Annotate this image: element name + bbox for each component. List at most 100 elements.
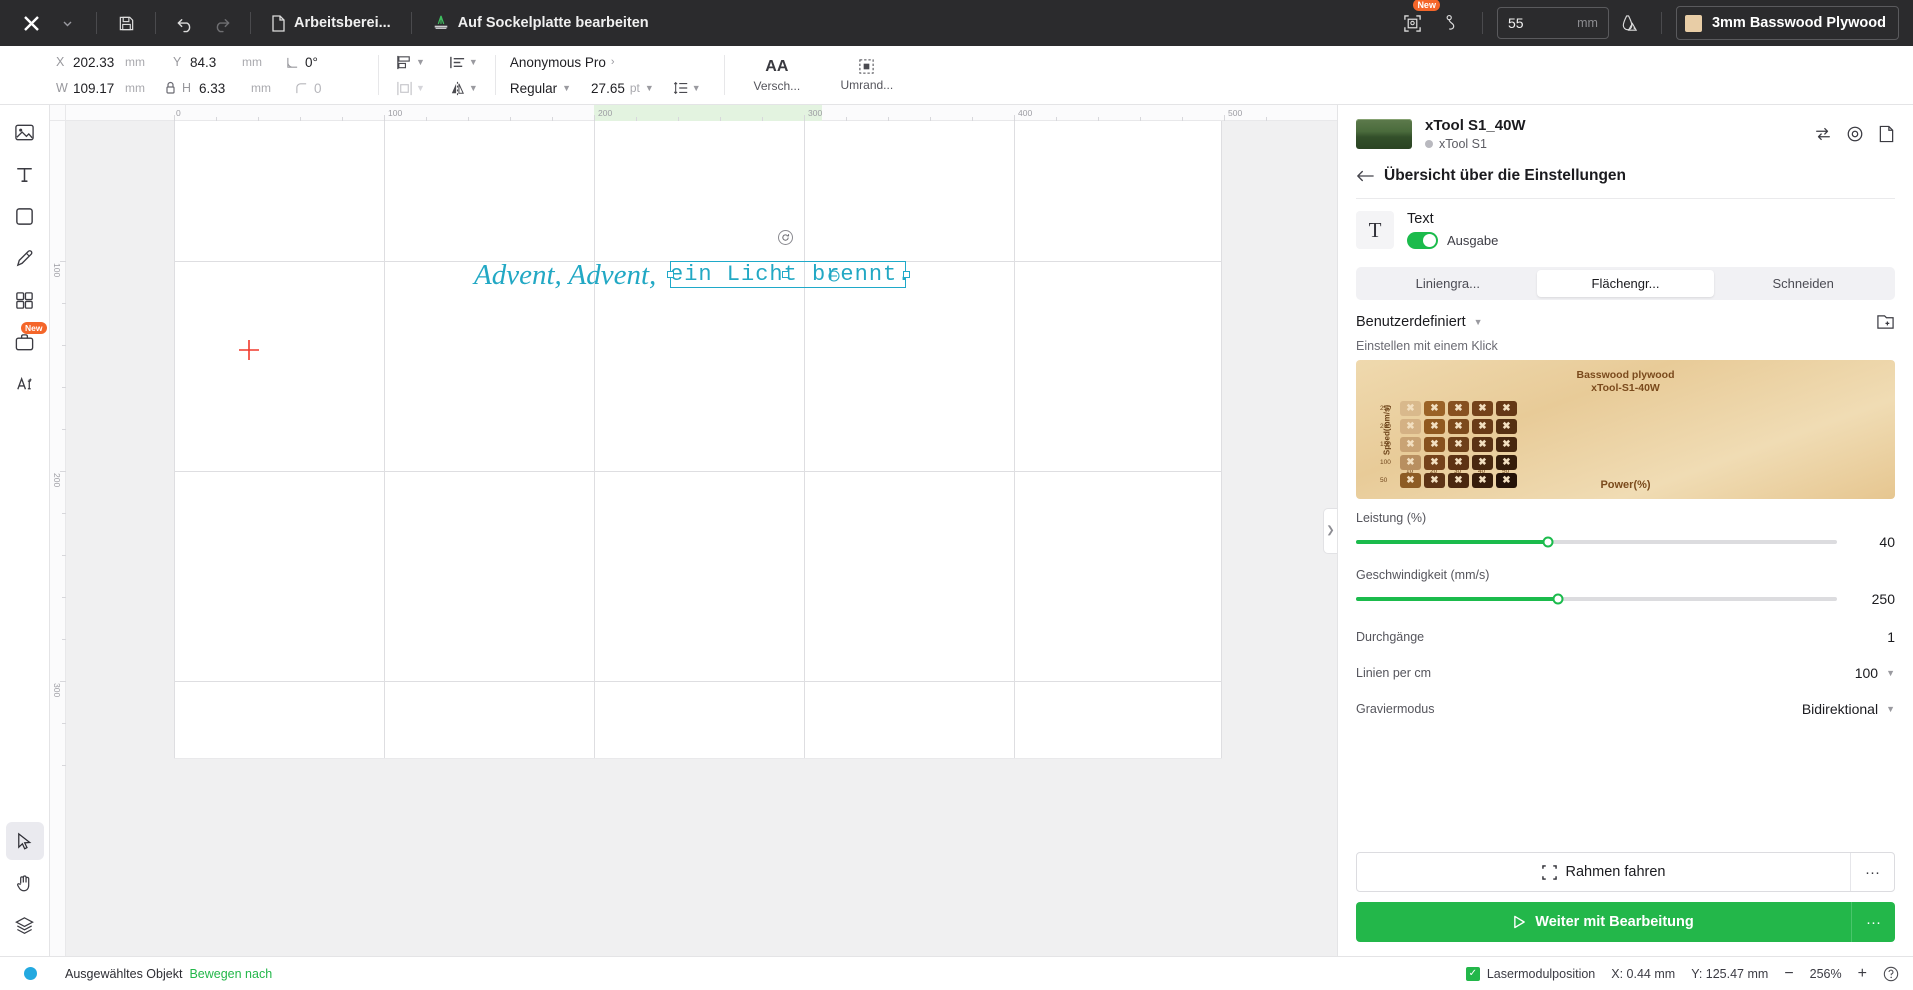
outline-button[interactable]: Umrand... [829, 49, 905, 101]
panel-collapse-toggle[interactable]: ❯ [1323, 508, 1337, 554]
line-height-button[interactable]: ▼ [670, 76, 704, 100]
app-menu-chevron-icon[interactable] [50, 6, 84, 40]
pan-tool-icon[interactable] [6, 864, 44, 902]
preset-mode-selector[interactable]: Benutzerdefiniert ▼ [1356, 314, 1483, 330]
device-actions [1814, 125, 1895, 143]
select-tool-icon[interactable] [6, 822, 44, 860]
frame-run-main[interactable]: Rahmen fahren [1357, 853, 1850, 891]
grid-cell: ✖ [1400, 455, 1421, 470]
preview-title-line2: xTool-S1-40W [1591, 382, 1660, 394]
width-field[interactable]: W 109.17 mm [56, 81, 155, 96]
canvas-surface[interactable]: Advent, Advent, ein Licht brennt. [66, 121, 1337, 956]
y-field[interactable]: Y 84.3 mm [173, 55, 272, 70]
output-toggle-row[interactable]: Ausgabe [1407, 232, 1498, 249]
angle-field[interactable]: 0° [286, 55, 351, 70]
measure-icon[interactable] [1434, 6, 1468, 40]
grid-cell: ✖ [1448, 473, 1469, 488]
power-slider-track[interactable] [1356, 540, 1837, 544]
ruler-tick-label: 300 [52, 683, 62, 697]
x-field[interactable]: X 202.33 mm [56, 55, 155, 70]
grid-cell: ✖ [1448, 401, 1469, 416]
switch-device-icon[interactable] [1814, 125, 1832, 143]
power-slider-row[interactable]: 40 [1356, 534, 1895, 550]
thickness-input[interactable]: 55 mm [1497, 7, 1609, 39]
speed-slider-row[interactable]: 250 [1356, 591, 1895, 607]
process-more[interactable]: ··· [1851, 902, 1895, 942]
redo-icon[interactable] [204, 6, 238, 40]
save-icon[interactable] [109, 6, 143, 40]
rotate-handle[interactable] [778, 230, 793, 245]
settings-overview-header[interactable]: Übersicht über die Einstellungen [1338, 161, 1913, 198]
tab-cut[interactable]: Schneiden [1714, 270, 1892, 297]
help-icon[interactable] [1883, 966, 1899, 982]
vertical-ruler[interactable]: 100 200 300 [50, 105, 66, 956]
output-toggle-label: Ausgabe [1447, 233, 1498, 248]
material-test-preview[interactable]: Basswood plywood xTool-S1-40W Speed(mm/s… [1356, 360, 1895, 499]
divider [155, 12, 156, 34]
flip-button[interactable]: ▼ [446, 76, 481, 100]
shape-tool-icon[interactable] [6, 197, 44, 235]
selection-center-marker [828, 270, 840, 282]
selection-handle-right[interactable] [903, 271, 910, 278]
selection-handle-left[interactable] [667, 271, 674, 278]
chevron-down-icon: ▼ [1886, 704, 1895, 714]
pen-tool-icon[interactable] [6, 239, 44, 277]
device-settings-icon[interactable] [1846, 125, 1864, 143]
distribute-button[interactable]: ▼ [393, 76, 428, 100]
settings-overview-title: Übersicht über die Einstellungen [1384, 167, 1626, 185]
ruler-corner [50, 105, 66, 121]
elements-tool-icon[interactable] [6, 281, 44, 319]
frame-run-more[interactable]: ··· [1850, 853, 1894, 891]
material-selector[interactable]: 3mm Basswood Plywood [1676, 6, 1899, 40]
align-objects-button[interactable]: ▼ [393, 50, 428, 74]
power-value[interactable]: 40 [1851, 534, 1895, 550]
speed-slider-knob[interactable] [1553, 594, 1564, 605]
preview-ytick: 100 [1380, 459, 1391, 466]
app-logo-icon[interactable] [14, 6, 48, 40]
text-align-button[interactable]: ▼ [446, 50, 481, 74]
frame-run-button[interactable]: Rahmen fahren ··· [1356, 852, 1895, 892]
divider [724, 55, 725, 95]
cases-tool-icon[interactable]: New [6, 323, 44, 361]
passes-value[interactable]: 1 [1887, 629, 1895, 645]
zoom-out-button[interactable]: − [1784, 965, 1793, 983]
height-field[interactable]: H 6.33 mm [182, 81, 281, 96]
font-weight-selector[interactable]: Regular ▼ [510, 81, 571, 96]
corner-radius-field[interactable]: 0 [295, 81, 360, 96]
zoom-level[interactable]: 256% [1807, 967, 1845, 981]
edit-on-baseplate-button[interactable]: Auf Sockelplatte bearbeiten [424, 7, 657, 39]
thickness-measure-icon[interactable] [1613, 6, 1647, 40]
tab-line-engrave[interactable]: Liniengra... [1359, 270, 1537, 297]
ai-tool-icon[interactable] [6, 365, 44, 403]
output-toggle[interactable] [1407, 232, 1438, 249]
zoom-in-button[interactable]: + [1858, 965, 1867, 983]
work-sheet[interactable]: Advent, Advent, ein Licht brennt. [174, 121, 1222, 759]
chevron-down-icon: ▼ [469, 57, 478, 67]
font-family-selector[interactable]: Anonymous Pro › [510, 55, 615, 70]
image-tool-icon[interactable] [6, 113, 44, 151]
lines-per-cm-selector[interactable]: 100 ▼ [1855, 665, 1895, 681]
selection-handle-mid[interactable] [782, 271, 789, 278]
text-tool-icon[interactable] [6, 155, 44, 193]
divider [1482, 12, 1483, 34]
save-material-preset-icon[interactable] [1876, 313, 1895, 331]
lock-aspect-icon[interactable] [165, 81, 176, 95]
canvas-area[interactable]: 0 100 200 300 400 500 [50, 105, 1337, 956]
process-button[interactable]: Weiter mit Bearbeitung ··· [1356, 902, 1895, 942]
horizontal-ruler[interactable]: 0 100 200 300 400 500 [50, 105, 1337, 121]
back-arrow-icon[interactable] [1356, 169, 1374, 183]
layers-tool-icon[interactable] [6, 906, 44, 944]
transform-text-button[interactable]: AA Versch... [739, 49, 815, 101]
device-thumbnail [1356, 119, 1412, 149]
engrave-mode-selector[interactable]: Bidirektional ▼ [1802, 701, 1895, 717]
speed-value[interactable]: 250 [1851, 591, 1895, 607]
font-size-selector[interactable]: 27.65 pt ▼ [591, 81, 654, 96]
tab-area-engrave[interactable]: Flächengr... [1537, 270, 1715, 297]
power-slider-knob[interactable] [1543, 537, 1554, 548]
undo-icon[interactable] [168, 6, 202, 40]
speed-slider-track[interactable] [1356, 597, 1837, 601]
process-main[interactable]: Weiter mit Bearbeitung [1356, 902, 1851, 942]
camera-capture-icon[interactable]: New [1396, 6, 1430, 40]
save-preset-icon[interactable] [1878, 125, 1895, 143]
workspace-file-button[interactable]: Arbeitsberei... [263, 7, 399, 39]
